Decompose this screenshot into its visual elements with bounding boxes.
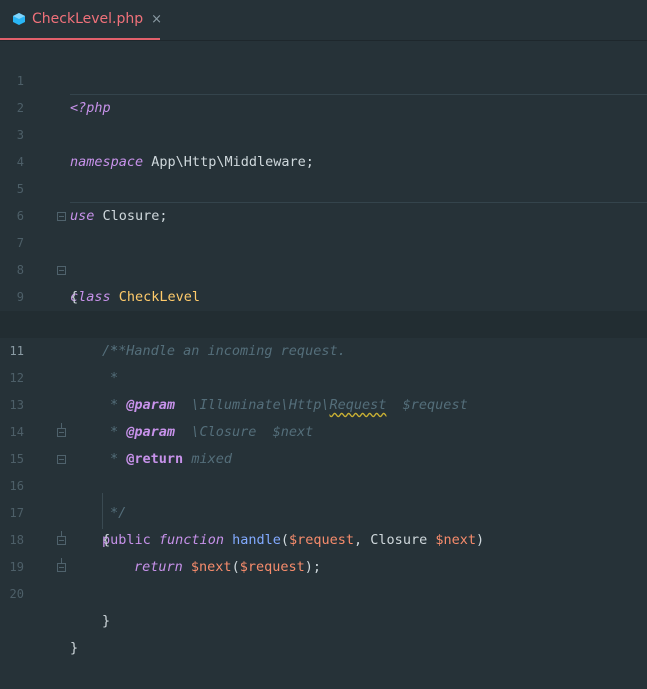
code-line-11: 11 * <box>0 311 647 386</box>
tab-bar: CheckLevel.php × <box>0 0 647 41</box>
line-content: } <box>102 608 110 635</box>
brace: } <box>102 613 111 629</box>
code-line-7: 7 class CheckLevel <box>0 203 647 305</box>
code-line-1: 1 <?php <box>0 41 647 116</box>
fold-marker-icon[interactable] <box>57 266 66 275</box>
php-file-icon <box>12 12 26 26</box>
code-line-19: 19 } <box>0 527 647 629</box>
code-line-16: 16 public function handle($request, Clos… <box>0 446 647 548</box>
code-line-8: 8 { <box>0 230 647 305</box>
code-line-5: 5 use Closure; <box>0 149 647 224</box>
code-line-3: 3 namespace App\Http\Middleware; <box>0 95 647 170</box>
line-number: 20 <box>9 587 24 601</box>
code-line-9: 9 /** <box>0 257 647 359</box>
close-icon[interactable]: × <box>151 12 162 27</box>
code-line-12: 12 * @param \Illuminate\Http\Request $re… <box>0 338 647 413</box>
brace: } <box>70 640 79 656</box>
fold-end-icon[interactable] <box>57 423 66 437</box>
code-line-18: 18 return $next($request); <box>0 500 647 575</box>
tab-label: CheckLevel.php <box>32 11 144 27</box>
fold-marker-icon[interactable] <box>57 212 66 221</box>
code-line-20: 20 } <box>0 554 647 656</box>
code-line-2: 2 <box>0 68 647 115</box>
fold-marker-icon[interactable] <box>57 455 66 464</box>
code-line-15: 15 */ <box>0 419 647 521</box>
code-line-13: 13 * @param \Closure $next <box>0 365 647 440</box>
code-line-10: 10 * Handle an incoming request. <box>0 284 647 359</box>
code-line-14: 14 * @return mixed <box>0 392 647 467</box>
code-line-4: 4 <box>0 122 647 169</box>
tab-checklevel-php[interactable]: CheckLevel.php × <box>0 0 162 40</box>
line-content: } <box>70 635 78 662</box>
fold-end-icon[interactable] <box>57 531 66 545</box>
code-line-6: 6 <box>0 176 647 223</box>
code-line-17: 17 { <box>0 473 647 548</box>
code-editor[interactable]: 1 <?php 2 3 namespace App\Http\Middlewar… <box>0 41 647 656</box>
fold-end-icon[interactable] <box>57 558 66 572</box>
